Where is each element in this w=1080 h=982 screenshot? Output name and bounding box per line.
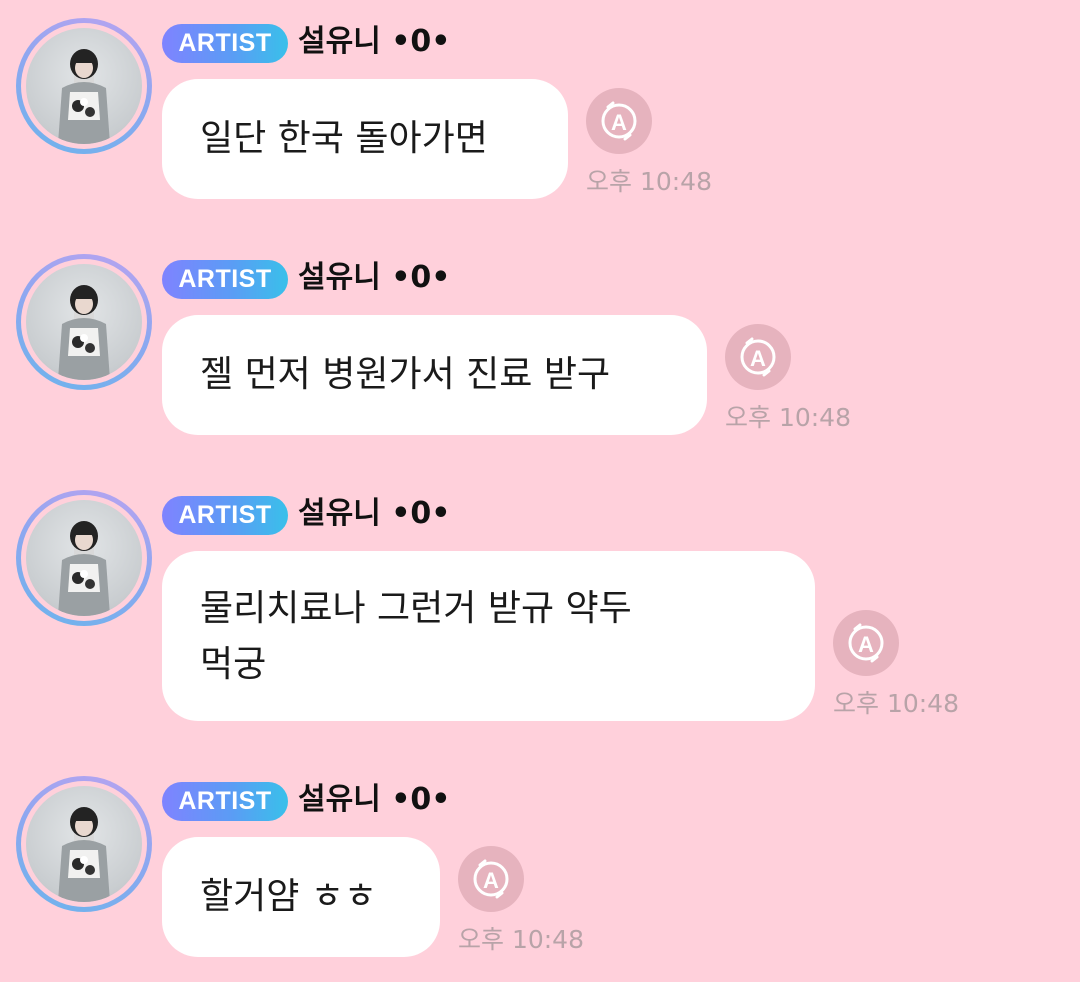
svg-text:A: A <box>483 868 499 893</box>
translate-a-icon: A <box>601 101 637 141</box>
avatar-ring <box>21 781 147 907</box>
avatar-photo <box>26 786 142 902</box>
avatar-photo <box>26 28 142 144</box>
message-text: 할거얌 ㅎㅎ <box>200 876 378 917</box>
profile-photo-icon <box>58 285 110 380</box>
avatar-photo <box>26 500 142 616</box>
artist-badge: ARTIST <box>162 496 288 535</box>
translate-button[interactable]: A <box>725 324 791 390</box>
avatar-ring <box>21 23 147 149</box>
avatar[interactable] <box>16 490 152 626</box>
sender-name[interactable]: 설유니 •0• <box>298 494 450 534</box>
message-text: 젤 먼저 병원가서 진료 받구 <box>200 354 611 395</box>
message-bubble[interactable]: 물리치료나 그런거 받규 약두 먹궁 <box>162 551 815 721</box>
avatar[interactable] <box>16 776 152 912</box>
avatar[interactable] <box>16 254 152 390</box>
translate-a-icon: A <box>740 337 776 377</box>
message-text: 물리치료나 그런거 받규 약두 먹궁 <box>200 588 632 685</box>
avatar-photo <box>26 264 142 380</box>
message-bubble[interactable]: 일단 한국 돌아가면 <box>162 79 568 199</box>
svg-text:A: A <box>750 346 766 371</box>
message-time: 오후 10:48 <box>725 403 851 432</box>
message-time: 오후 10:48 <box>458 925 584 954</box>
message-time: 오후 10:48 <box>586 167 712 196</box>
artist-badge: ARTIST <box>162 260 288 299</box>
profile-photo-icon <box>58 521 110 616</box>
svg-text:A: A <box>611 110 627 135</box>
profile-photo-icon <box>58 807 110 902</box>
translate-a-icon: A <box>473 859 509 899</box>
message-bubble[interactable]: 젤 먼저 병원가서 진료 받구 <box>162 315 707 435</box>
avatar[interactable] <box>16 18 152 154</box>
chat-message-list[interactable]: ARTIST 설유니 •0• 일단 한국 돌아가면 A 오후 10:48 ART… <box>0 0 1080 982</box>
svg-text:A: A <box>858 632 874 657</box>
profile-photo-icon <box>58 49 110 144</box>
sender-name[interactable]: 설유니 •0• <box>298 258 450 298</box>
translate-button[interactable]: A <box>458 846 524 912</box>
message-bubble[interactable]: 할거얌 ㅎㅎ <box>162 837 440 957</box>
artist-badge: ARTIST <box>162 24 288 63</box>
translate-button[interactable]: A <box>586 88 652 154</box>
avatar-ring <box>21 495 147 621</box>
avatar-ring <box>21 259 147 385</box>
translate-button[interactable]: A <box>833 610 899 676</box>
message-time: 오후 10:48 <box>833 689 959 718</box>
sender-name[interactable]: 설유니 •0• <box>298 22 450 62</box>
artist-badge: ARTIST <box>162 782 288 821</box>
message-text: 일단 한국 돌아가면 <box>200 118 488 159</box>
sender-name[interactable]: 설유니 •0• <box>298 780 450 820</box>
translate-a-icon: A <box>848 623 884 663</box>
